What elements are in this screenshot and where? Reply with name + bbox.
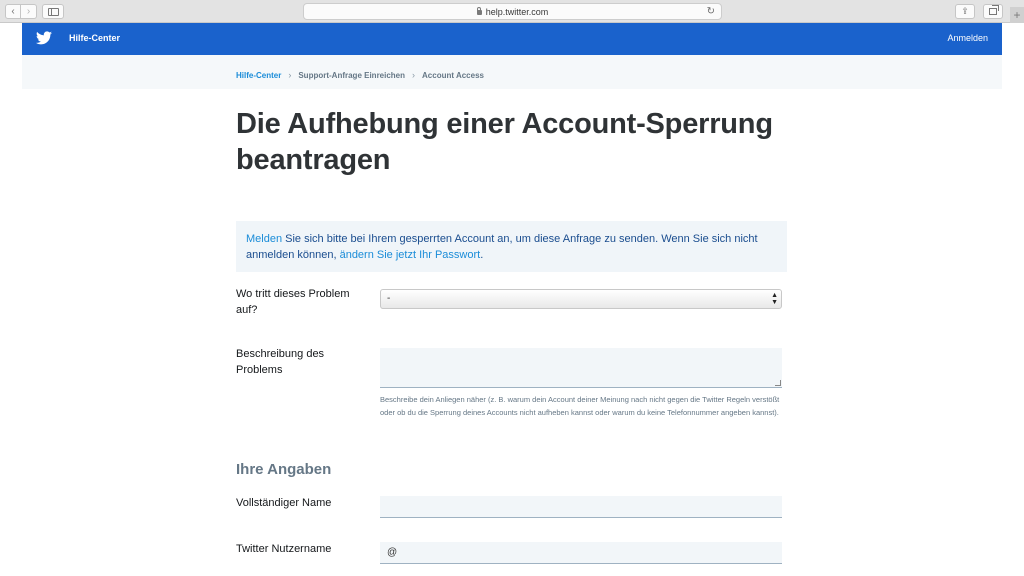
username-label: Twitter Nutzername — [236, 543, 332, 555]
reload-icon[interactable]: ↻ — [707, 6, 715, 17]
new-tab-button[interactable]: + — [1010, 7, 1024, 23]
tab-overview-button[interactable] — [983, 4, 1003, 19]
back-button[interactable]: ‹ — [5, 4, 21, 19]
login-notice: Melden Sie sich bitte bei Ihrem gesperrt… — [236, 221, 787, 272]
login-notice-link[interactable]: Melden — [246, 233, 282, 245]
address-text: help.twitter.com — [485, 6, 549, 17]
tabs-icon — [989, 5, 999, 15]
chevron-right-icon: › — [412, 70, 416, 80]
breadcrumb: Hilfe-Center › Support-Anfrage Einreiche… — [236, 70, 484, 80]
problem-location-value: - — [387, 293, 391, 304]
lock-icon — [476, 7, 482, 15]
change-password-link[interactable]: ändern Sie jetzt Ihr Passwort — [340, 249, 481, 261]
site-header: Hilfe-Center Anmelden — [22, 23, 1002, 55]
your-details-heading: Ihre Angaben — [236, 461, 332, 478]
resize-handle-icon[interactable] — [775, 380, 781, 386]
description-help-text: Beschreibe dein Anliegen näher (z. B. wa… — [380, 395, 780, 417]
sidebar-toggle-button[interactable] — [42, 4, 64, 19]
description-label: Beschreibung des Problems — [236, 348, 325, 376]
notice-text-1: Sie sich bitte bei Ihrem gesperrten Acco… — [246, 233, 758, 261]
notice-text-2: . — [480, 249, 484, 261]
full-name-label: Vollständiger Name — [236, 497, 332, 509]
browser-toolbar: ‹ › help.twitter.com ↻ ⇪ + — [0, 0, 1024, 23]
forward-button[interactable]: › — [21, 4, 37, 19]
share-icon: ⇪ — [961, 6, 969, 16]
full-name-input[interactable] — [380, 496, 782, 518]
breadcrumb-account-access: Account Access — [422, 70, 484, 80]
breadcrumb-bar: Hilfe-Center › Support-Anfrage Einreiche… — [22, 55, 1002, 89]
select-arrows-icon: ▲ ▼ — [771, 292, 778, 306]
login-link[interactable]: Anmelden — [947, 33, 988, 43]
page-title: Die Aufhebung einer Account-Sperrung bea… — [236, 108, 773, 176]
sidebar-icon — [47, 7, 59, 16]
history-nav: ‹ › — [5, 4, 37, 19]
breadcrumb-help-center[interactable]: Hilfe-Center — [236, 71, 281, 80]
twitter-bird-icon[interactable] — [36, 31, 52, 45]
breadcrumb-support-request[interactable]: Support-Anfrage Einreichen — [298, 71, 405, 80]
problem-location-select[interactable]: - ▲ ▼ — [380, 289, 782, 309]
address-bar[interactable]: help.twitter.com ↻ — [303, 3, 722, 20]
chevron-right-icon: › — [288, 70, 292, 80]
share-button[interactable]: ⇪ — [955, 4, 975, 19]
brand-name[interactable]: Hilfe-Center — [69, 33, 120, 43]
description-textarea[interactable] — [380, 348, 782, 388]
username-input[interactable]: @ — [380, 542, 782, 564]
problem-location-label: Wo tritt dieses Problem auf? — [236, 288, 350, 316]
